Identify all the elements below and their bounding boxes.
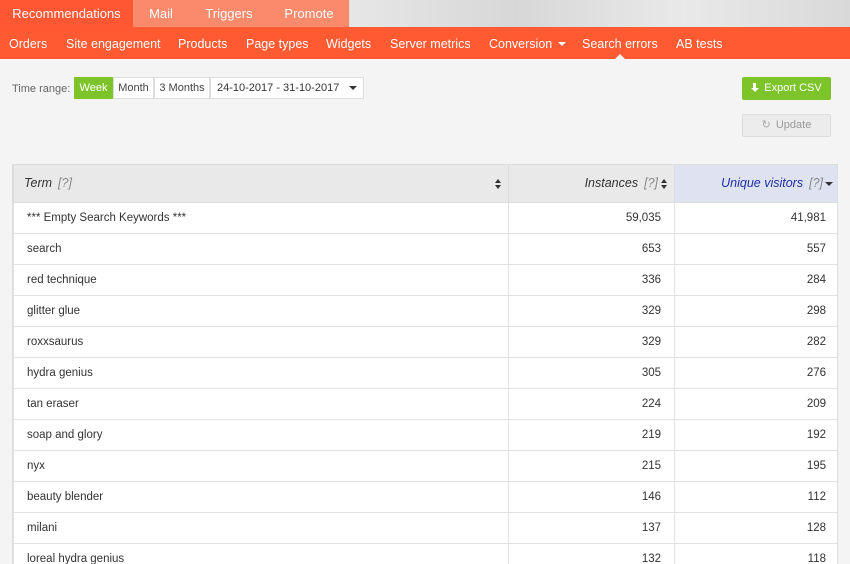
term-cell: roxxsaurus	[13, 325, 509, 358]
instances-cell: 59,035	[508, 201, 675, 234]
term-cell: search	[13, 232, 509, 265]
instances-cell: 215	[508, 449, 675, 482]
term-help-link[interactable]: [?]	[58, 176, 72, 190]
sort-descending-icon	[825, 182, 833, 186]
instances-cell: 132	[508, 542, 675, 564]
search-errors-table: Term [?] Instances [?] Unique visitors [?] …	[12, 164, 838, 564]
unique-visitors-cell: 557	[674, 232, 837, 265]
table-header-row: Term [?] Instances [?] Unique visitors [?]	[13, 165, 837, 203]
nav-ab-tests[interactable]: AB tests	[676, 27, 723, 59]
analytics-nav: Orders Site engagement Products Page typ…	[0, 27, 850, 59]
table-row: soap and glory 219 192	[13, 418, 837, 451]
nav-products[interactable]: Products	[178, 27, 227, 59]
unique-visitors-cell: 128	[674, 511, 837, 544]
instances-cell: 336	[508, 263, 675, 296]
unique-visitors-cell: 209	[674, 387, 837, 420]
refresh-icon: ↻	[761, 119, 771, 131]
nav-search-errors[interactable]: Search errors	[582, 27, 658, 59]
term-cell: glitter glue	[13, 294, 509, 327]
unique-visitors-cell: 276	[674, 356, 837, 389]
unique-visitors-cell: 41,981	[674, 201, 837, 234]
instances-cell: 137	[508, 511, 675, 544]
term-cell: red technique	[13, 263, 509, 296]
range-month-button[interactable]: Month	[113, 77, 154, 99]
table-row: glitter glue 329 298	[13, 294, 837, 327]
term-cell: hydra genius	[13, 356, 509, 389]
tab-recommendations[interactable]: Recommendations	[0, 0, 133, 27]
nav-conversion-label: Conversion	[489, 37, 553, 51]
term-cell: nyx	[13, 449, 509, 482]
tab-promote[interactable]: Promote	[269, 0, 349, 27]
chevron-down-icon	[558, 42, 567, 46]
instances-cell: 329	[508, 294, 675, 327]
instances-cell: 653	[508, 232, 675, 265]
term-cell: *** Empty Search Keywords ***	[13, 201, 509, 234]
download-icon	[751, 83, 760, 92]
instances-cell: 224	[508, 387, 675, 420]
nav-server-metrics[interactable]: Server metrics	[390, 27, 471, 59]
column-term-label: Term	[24, 176, 53, 191]
instances-cell: 305	[508, 356, 675, 389]
table-row: red technique 336 284	[13, 263, 837, 296]
tab-mail[interactable]: Mail	[133, 0, 189, 27]
time-range-label: Time range:	[12, 83, 71, 95]
instances-cell: 219	[508, 418, 675, 451]
unique-visitors-cell: 195	[674, 449, 837, 482]
column-unique-visitors-header[interactable]: Unique visitors [?]	[674, 165, 837, 203]
tab-triggers[interactable]: Triggers	[189, 0, 269, 27]
export-csv-label: Export CSV	[764, 82, 822, 94]
range-week-button[interactable]: Week	[74, 77, 113, 99]
instances-help-link[interactable]: [?]	[644, 176, 658, 190]
unique-visitors-cell: 284	[674, 263, 837, 296]
column-unique-visitors-label: Unique visitors	[721, 176, 804, 191]
sort-icon	[661, 179, 667, 189]
date-range-picker[interactable]: 24-10-2017 - 31-10-2017	[210, 77, 364, 99]
column-instances-label: Instances	[584, 176, 639, 191]
column-term-header[interactable]: Term [?]	[13, 165, 509, 203]
nav-widgets[interactable]: Widgets	[326, 27, 371, 59]
term-cell: milani	[13, 511, 509, 544]
unique-visitors-help-link[interactable]: [?]	[809, 176, 823, 190]
unique-visitors-cell: 282	[674, 325, 837, 358]
table-row: loreal hydra genius 132 118	[13, 542, 837, 564]
sort-icon	[495, 179, 501, 189]
update-label: Update	[775, 119, 812, 131]
update-button[interactable]: ↻ Update	[742, 114, 831, 137]
nav-orders[interactable]: Orders	[9, 27, 47, 59]
table-row: beauty blender 146 112	[13, 480, 837, 513]
unique-visitors-cell: 192	[674, 418, 837, 451]
table-row: search 653 557	[13, 232, 837, 265]
term-cell: beauty blender	[13, 480, 509, 513]
instances-cell: 146	[508, 480, 675, 513]
range-3-months-button[interactable]: 3 Months	[154, 77, 210, 99]
unique-visitors-cell: 118	[674, 542, 837, 564]
table-row: tan eraser 224 209	[13, 387, 837, 420]
top-tab-bar: Recommendations Mail Triggers Promote	[0, 0, 850, 27]
instances-cell: 329	[508, 325, 675, 358]
chevron-down-icon	[349, 86, 357, 90]
unique-visitors-cell: 112	[674, 480, 837, 513]
term-cell: loreal hydra genius	[13, 542, 509, 564]
export-csv-button[interactable]: Export CSV	[742, 77, 831, 100]
term-cell: tan eraser	[13, 387, 509, 420]
table-row: roxxsaurus 329 282	[13, 325, 837, 358]
table-row: *** Empty Search Keywords *** 59,035 41,…	[13, 201, 837, 234]
unique-visitors-cell: 298	[674, 294, 837, 327]
nav-site-engagement[interactable]: Site engagement	[66, 27, 161, 59]
background-blur	[350, 0, 850, 27]
nav-conversion[interactable]: Conversion	[489, 27, 567, 59]
date-range-value: 24-10-2017 - 31-10-2017	[217, 82, 340, 94]
nav-page-types[interactable]: Page types	[246, 27, 309, 59]
term-cell: soap and glory	[13, 418, 509, 451]
table-row: hydra genius 305 276	[13, 356, 837, 389]
column-instances-header[interactable]: Instances [?]	[508, 165, 675, 203]
table-row: milani 137 128	[13, 511, 837, 544]
table-row: nyx 215 195	[13, 449, 837, 482]
